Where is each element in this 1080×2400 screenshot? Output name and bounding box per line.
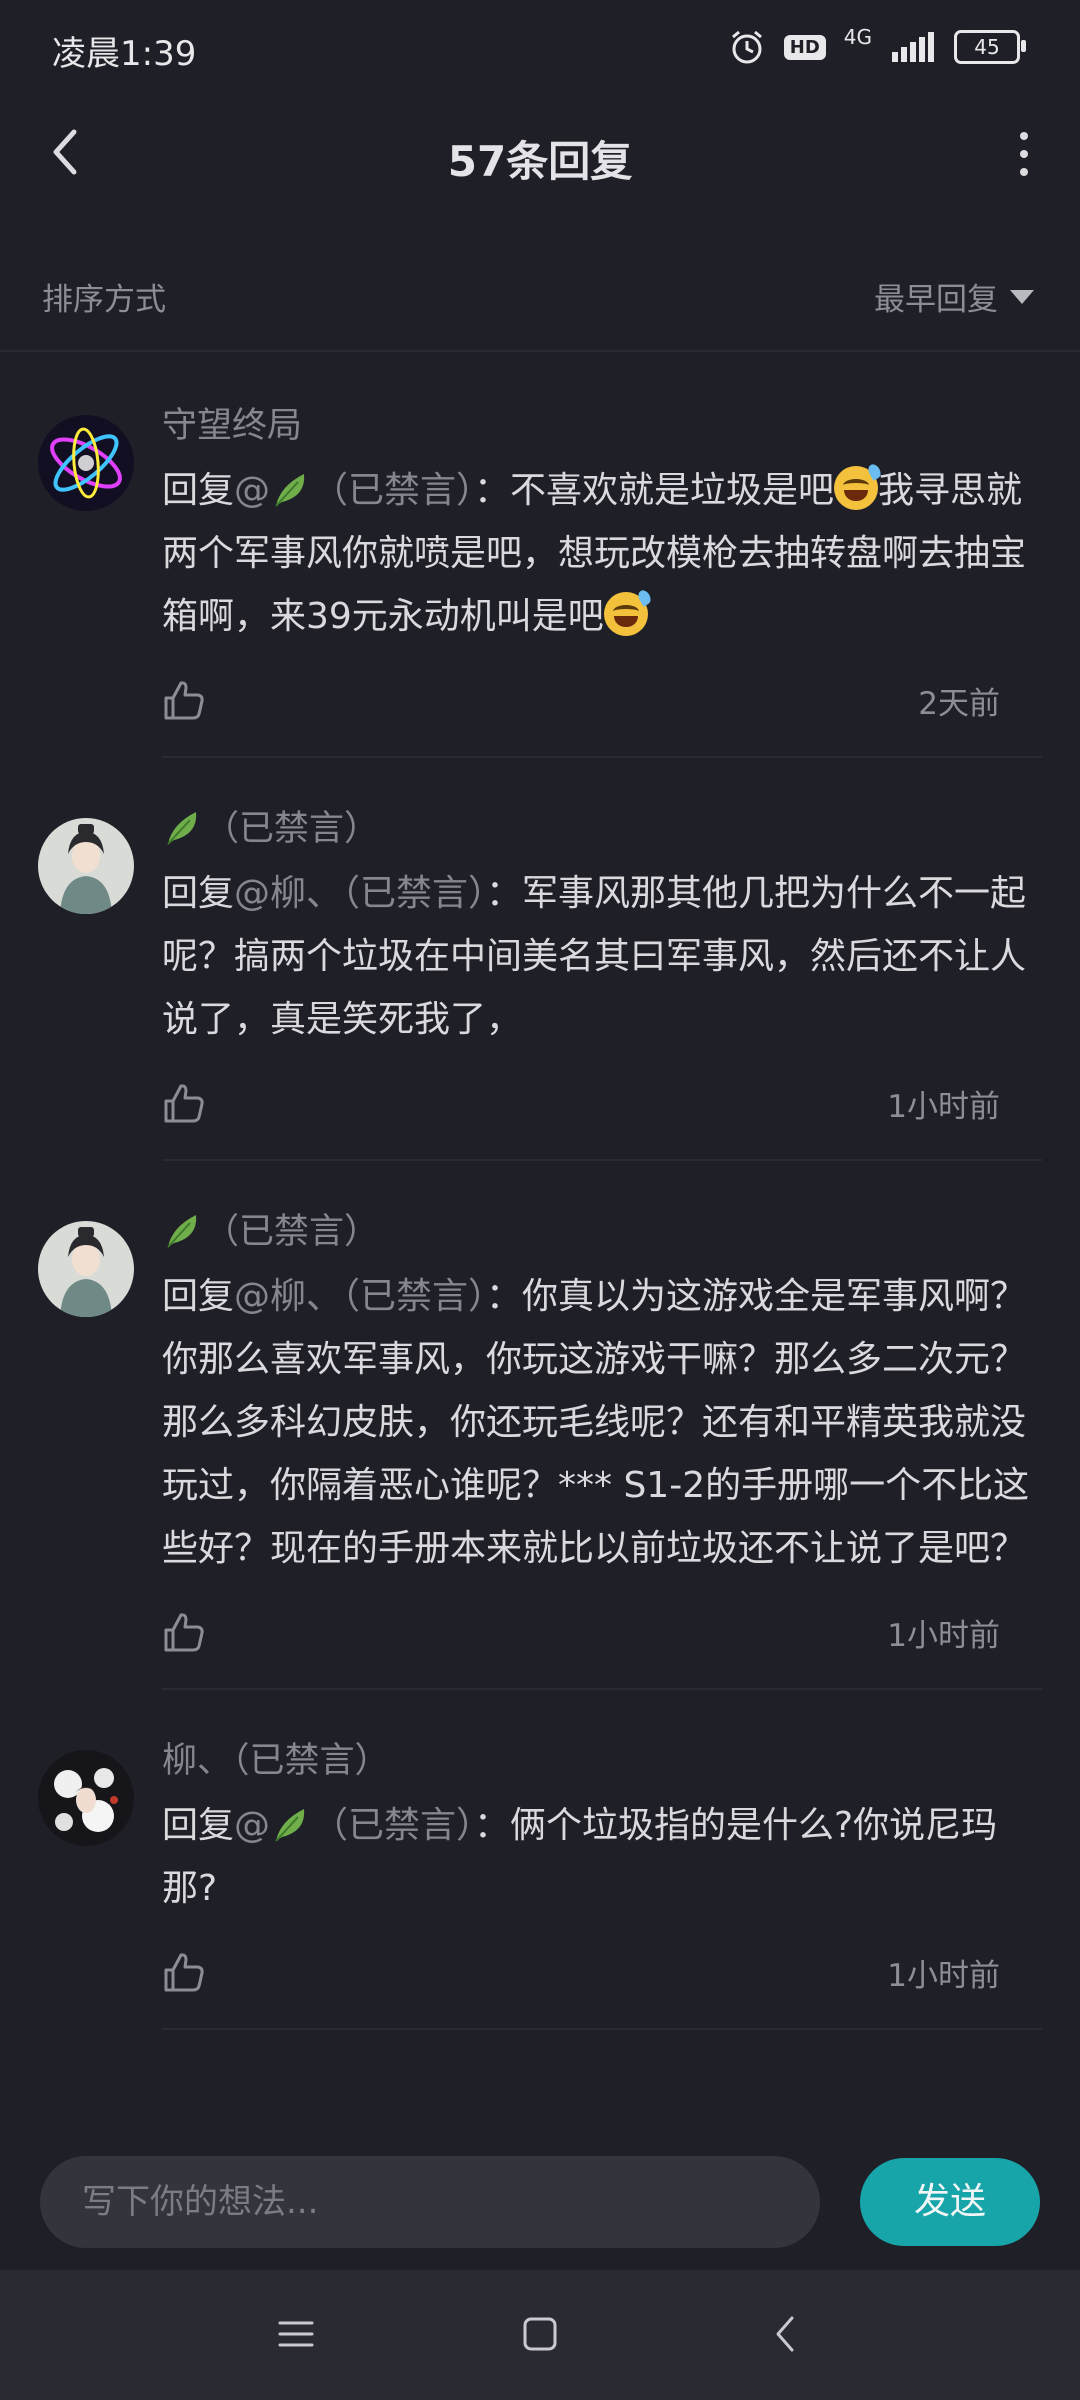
divider [162, 1688, 1042, 1690]
reply-prefix: 回复 [162, 1805, 235, 1846]
leaf-icon [167, 812, 197, 845]
mention-at: @ [234, 470, 271, 511]
comment-time: 2天前 [918, 686, 1000, 722]
comment-text: 回复@柳、（已禁言）：你真以为这游戏全是军事风啊？你那么喜欢军事风，你玩这游戏干… [162, 1265, 1042, 1580]
dropdown-arrow-icon [1010, 289, 1034, 304]
comment-time: 1小时前 [887, 1618, 1000, 1654]
send-button[interactable]: 发送 [860, 2158, 1040, 2246]
sort-selected-value: 最早回复 [874, 282, 998, 318]
comment-item: 守望终局 回复@ （已禁言）：不喜欢就是垃圾是吧 我寻思就两个军事风你就喷是吧，想玩… [0, 395, 1080, 758]
signal-icon [892, 32, 934, 62]
avatar[interactable] [38, 1750, 134, 1846]
mention-link[interactable]: @ （已禁言） [234, 1805, 474, 1846]
mention-suffix: （已禁言） [312, 470, 475, 511]
divider [162, 1159, 1042, 1161]
mention-suffix: （已禁言） [312, 1805, 475, 1846]
divider [0, 350, 1080, 352]
comment-text-part: ：不喜欢就是垃圾是吧 [474, 470, 835, 511]
comment-list: 守望终局 回复@ （已禁言）：不喜欢就是垃圾是吧 我寻思就两个军事风你就喷是吧，想玩… [0, 395, 1080, 2030]
mention-at: @ [234, 1805, 271, 1846]
mention-link[interactable]: @ （已禁言） [234, 470, 474, 511]
comment-item: （已禁言） 回复@柳、（已禁言）：你真以为这游戏全是军事风啊？你那么喜欢军事风，… [0, 1201, 1080, 1690]
avatar[interactable] [38, 415, 134, 511]
reply-input-bar: 写下你的想法... 发送 [0, 2130, 1080, 2270]
like-icon[interactable] [162, 678, 206, 722]
username-text: （已禁言） [204, 1212, 380, 1252]
grin-sweat-emoji-icon [834, 462, 884, 510]
leaf-icon [275, 1809, 305, 1842]
sort-row: 排序方式 最早回复 [0, 250, 1080, 340]
network-type: 4G [843, 25, 872, 49]
avatar[interactable] [38, 1221, 134, 1317]
comment-time: 1小时前 [887, 1958, 1000, 1994]
comment-footer: 1小时前 [162, 1063, 1042, 1143]
reply-input[interactable]: 写下你的想法... [40, 2156, 820, 2248]
leaf-icon [275, 474, 305, 507]
grin-sweat-emoji-icon [603, 588, 653, 636]
sort-dropdown[interactable]: 最早回复 [874, 274, 1034, 319]
divider [162, 2028, 1042, 2030]
comment-item: （已禁言） 回复@柳、（已禁言）：军事风那其他几把为什么不一起呢？搞两个垃圾在中… [0, 798, 1080, 1161]
comment-text: 回复@柳、（已禁言）：军事风那其他几把为什么不一起呢？搞两个垃圾在中间美名其曰军… [162, 862, 1042, 1051]
alarm-icon [731, 30, 762, 64]
divider [162, 756, 1042, 758]
leaf-icon [167, 1215, 197, 1248]
reply-prefix: 回复 [162, 470, 235, 511]
battery-icon: 45 [954, 30, 1026, 64]
home-icon[interactable] [520, 2314, 560, 2354]
username-text: （已禁言） [204, 809, 380, 849]
comment-time: 1小时前 [887, 1089, 1000, 1125]
avatar[interactable] [38, 818, 134, 914]
sort-label: 排序方式 [42, 282, 166, 318]
hd-icon: HD [783, 34, 826, 60]
mention-link[interactable]: @柳、（已禁言） [234, 1276, 486, 1317]
status-bar: 凌晨1:39 HD 4G 45 [0, 0, 1080, 100]
comment-footer: 2天前 [162, 660, 1042, 740]
back-nav-icon[interactable] [770, 2312, 800, 2356]
comment-username[interactable]: （已禁言） [162, 798, 1042, 860]
mention-link[interactable]: @柳、（已禁言） [234, 873, 486, 914]
comment-item: 柳、（已禁言） 回复@ （已禁言）：俩个垃圾指的是什么?你说尼玛那? 1小时前 [0, 1730, 1080, 2030]
comment-username[interactable]: 守望终局 [162, 395, 1042, 457]
status-time: 凌晨1:39 [52, 34, 197, 74]
comment-text-part: ：你真以为这游戏全是军事风啊？你那么喜欢军事风，你玩这游戏干嘛？那么多二次元？那… [162, 1276, 1030, 1569]
like-icon[interactable] [162, 1610, 206, 1654]
comment-username[interactable]: 柳、（已禁言） [162, 1730, 1042, 1792]
header: 57条回复 [0, 100, 1080, 210]
comment-footer: 1小时前 [162, 1592, 1042, 1672]
reply-prefix: 回复 [162, 873, 235, 914]
reply-prefix: 回复 [162, 1276, 235, 1317]
comment-text: 回复@ （已禁言）：俩个垃圾指的是什么?你说尼玛那? [162, 1794, 1042, 1920]
page-title: 57条回复 [447, 137, 633, 186]
comment-footer: 1小时前 [162, 1932, 1042, 2012]
like-icon[interactable] [162, 1950, 206, 1994]
comment-username[interactable]: （已禁言） [162, 1201, 1042, 1263]
like-icon[interactable] [162, 1081, 206, 1125]
battery-level: 45 [974, 35, 1000, 59]
system-nav-bar [0, 2270, 1080, 2400]
status-icons: HD 4G 45 [728, 25, 1026, 66]
menu-icon[interactable] [276, 2314, 316, 2354]
more-options-icon[interactable] [1002, 124, 1046, 184]
comment-text: 回复@ （已禁言）：不喜欢就是垃圾是吧 我寻思就两个军事风你就喷是吧，想玩改模枪去抽… [162, 459, 1042, 648]
